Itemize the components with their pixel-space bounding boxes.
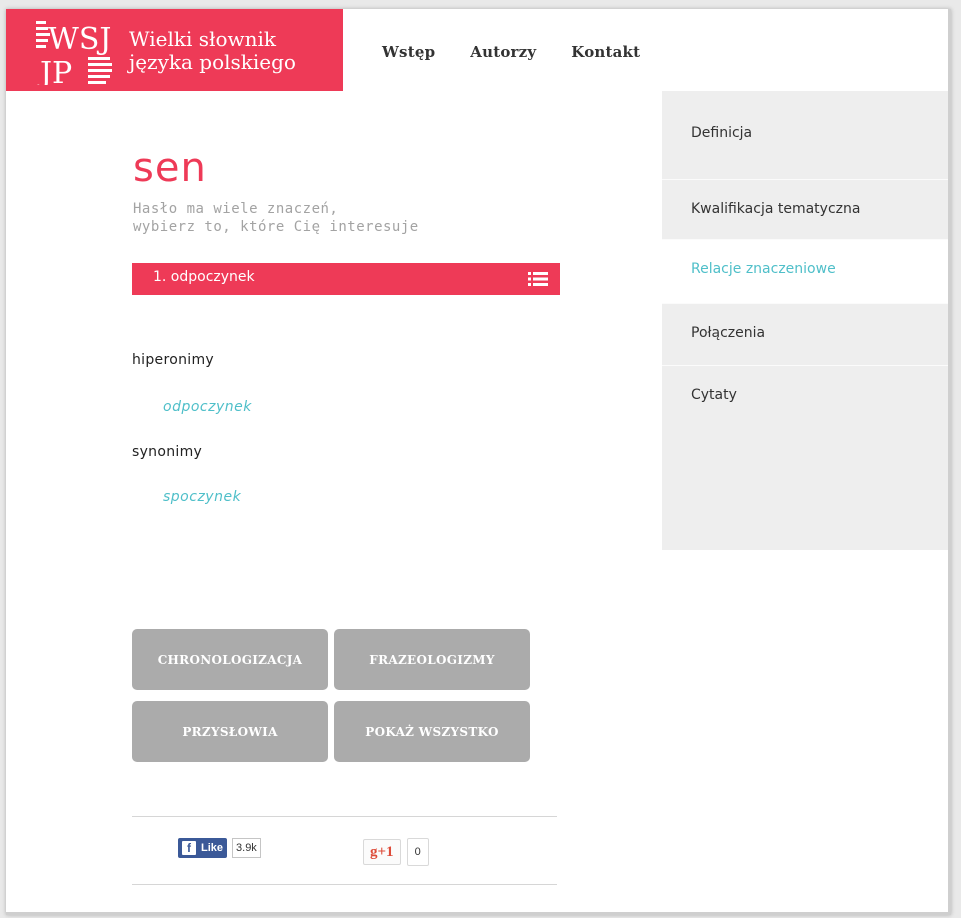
site-logo[interactable]: WSJP JP Wielki słownik języka polskiego xyxy=(6,9,343,91)
sidebar-item-cytaty[interactable]: Cytaty xyxy=(662,365,948,550)
divider-top xyxy=(132,816,557,817)
top-nav: Wstęp Autorzy Kontakt xyxy=(382,43,675,61)
sidebar-item-label: Kwalifikacja tematyczna xyxy=(691,201,861,217)
svg-text:WSJP: WSJP xyxy=(48,22,112,57)
google-plus-widget: g+1 0 xyxy=(363,838,429,866)
relation-link-odpoczynek[interactable]: odpoczynek xyxy=(163,399,252,415)
divider-bottom xyxy=(132,884,557,885)
google-plus-count: 0 xyxy=(406,838,429,866)
pokaz-wszystko-button[interactable]: POKAŻ WSZYSTKO xyxy=(334,701,530,762)
sidebar-item-polaczenia[interactable]: Połączenia xyxy=(662,303,948,365)
section-sidebar: Definicja Kwalifikacja tematyczna Relacj… xyxy=(662,91,948,550)
sidebar-item-relacje[interactable]: Relacje znaczeniowe xyxy=(662,239,948,303)
facebook-like-label: Like xyxy=(201,842,224,854)
facebook-like-count: 3.9k xyxy=(232,838,261,858)
nav-link-kontakt[interactable]: Kontakt xyxy=(571,43,640,61)
sidebar-item-label: Definicja xyxy=(691,125,753,141)
relation-heading-hiperonimy: hiperonimy xyxy=(132,352,214,368)
page-frame: WSJP JP Wielki słownik języka polskiego … xyxy=(6,9,951,915)
sidebar-item-label: Połączenia xyxy=(691,325,766,341)
meaning-hint-line2: wybierz to, które Cię interesuje xyxy=(133,219,419,235)
list-icon[interactable] xyxy=(528,271,548,287)
frazeologizmy-button[interactable]: FRAZEOLOGIZMY xyxy=(334,629,530,690)
chronologizacja-button[interactable]: CHRONOLOGIZACJA xyxy=(132,629,328,690)
meaning-hint-line1: Hasło ma wiele znaczeń, xyxy=(133,201,339,217)
site-title-line1: Wielki słownik xyxy=(129,27,277,51)
google-plus-button[interactable]: g+1 xyxy=(363,839,401,865)
entry-word: sen xyxy=(133,145,207,191)
przyslowia-button[interactable]: PRZYSŁOWIA xyxy=(132,701,328,762)
meaning-hint: Hasło ma wiele znaczeń, wybierz to, któr… xyxy=(133,200,419,236)
sidebar-item-label: Cytaty xyxy=(691,387,737,403)
sidebar-item-kwalifikacja[interactable]: Kwalifikacja tematyczna xyxy=(662,179,948,239)
facebook-like-button[interactable]: f Like xyxy=(178,838,228,858)
svg-text:JP: JP xyxy=(37,56,72,85)
facebook-like-widget: f Like 3.9k xyxy=(178,837,261,859)
sidebar-item-definicja[interactable]: Definicja xyxy=(662,91,948,179)
site-title-line2: języka polskiego xyxy=(129,50,296,74)
meaning-selector[interactable]: 1. odpoczynek xyxy=(132,263,560,295)
facebook-icon: f xyxy=(182,841,196,855)
sidebar-item-label: Relacje znaczeniowe xyxy=(691,261,836,277)
wsjp-logo-mark: WSJP JP xyxy=(36,21,112,85)
site-title: Wielki słownik języka polskiego xyxy=(129,28,296,74)
meaning-selected-label: 1. odpoczynek xyxy=(153,269,255,285)
nav-link-autorzy[interactable]: Autorzy xyxy=(470,43,536,61)
relation-link-spoczynek[interactable]: spoczynek xyxy=(163,489,241,505)
nav-link-wstep[interactable]: Wstęp xyxy=(382,43,435,61)
relation-heading-synonimy: synonimy xyxy=(132,444,203,460)
